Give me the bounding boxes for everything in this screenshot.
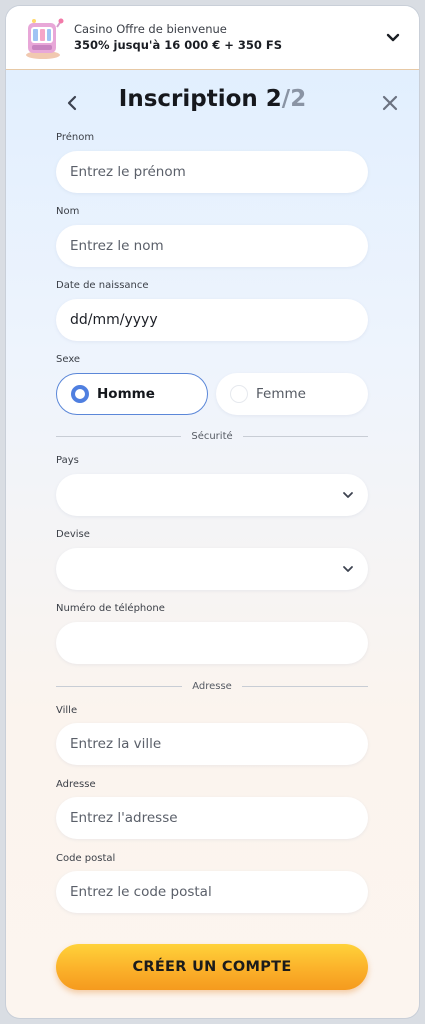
city-field[interactable]: Entrez la ville [56,723,368,765]
gender-option-homme[interactable]: Homme [56,373,208,415]
currency-select[interactable] [56,548,368,590]
address-field[interactable]: Entrez l'adresse [56,797,368,839]
title-text: Inscription [118,86,258,112]
address-label: Adresse [56,779,96,790]
slot-machine-icon [26,18,64,59]
security-section-title: Sécurité [191,430,233,442]
gender-option-label: Homme [97,386,155,402]
promo-title: Casino Offre de bienvenue [74,22,227,36]
divider-line [56,685,183,687]
phone-field[interactable] [56,622,368,664]
phone-label: Numéro de téléphone [56,603,165,614]
gender-option-label: Femme [256,386,306,402]
city-label: Ville [56,705,78,716]
step-separator: / [281,86,291,112]
gender-label: Sexe [56,354,81,365]
country-label: Pays [56,455,79,466]
security-divider: Sécurité [56,429,368,443]
birth-date-field[interactable]: dd/mm/yyyy [56,299,368,341]
radio-unselected-icon [230,385,248,403]
chevron-down-icon [343,566,353,572]
last-name-field[interactable]: Entrez le nom [56,225,368,267]
registration-modal: Casino Offre de bienvenue 350% jusqu'à 1… [6,6,419,1018]
page-title: Inscription 2/2 [6,86,419,112]
divider-line [56,435,182,437]
promo-subtitle: 350% jusqu'à 16 000 € + 350 FS [74,38,283,52]
first-name-field[interactable]: Entrez le prénom [56,151,368,193]
first-name-label: Prénom [56,132,95,143]
create-account-button[interactable]: CRÉER UN COMPTE [56,944,368,990]
promo-banner[interactable]: Casino Offre de bienvenue 350% jusqu'à 1… [6,6,419,70]
step-current: 2 [265,86,282,112]
postal-code-field[interactable]: Entrez le code postal [56,871,368,913]
chevron-down-icon[interactable] [383,28,403,48]
postal-code-label: Code postal [56,853,116,864]
address-divider: Adresse [56,679,369,693]
close-icon[interactable] [380,92,400,114]
country-select[interactable] [56,474,368,516]
divider-line [242,435,368,437]
last-name-label: Nom [56,206,80,217]
radio-selected-icon [71,385,89,403]
gender-option-femme[interactable]: Femme [216,373,368,415]
address-section-title: Adresse [192,680,232,692]
birth-date-label: Date de naissance [56,280,149,291]
step-total: 2 [290,86,307,112]
divider-line [241,685,369,687]
currency-label: Devise [56,529,90,540]
chevron-down-icon [343,492,353,498]
